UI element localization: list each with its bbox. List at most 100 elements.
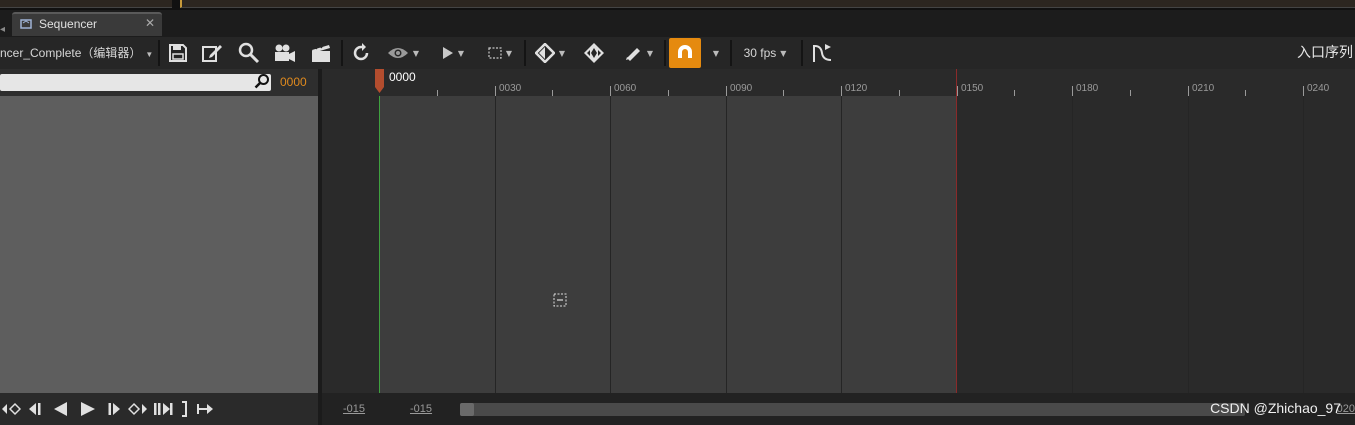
snap-options-dropdown[interactable]: ▼ xyxy=(705,37,727,69)
major-tick xyxy=(957,86,958,96)
chevron-down-icon: ▼ xyxy=(505,48,513,58)
grid-line xyxy=(495,96,496,393)
chevron-down-icon: ▼ xyxy=(412,48,420,58)
playback-mode-button[interactable] xyxy=(194,393,216,425)
arrow-right-icon xyxy=(196,403,214,415)
play-button[interactable] xyxy=(76,393,100,425)
fps-label: 30 fps xyxy=(743,46,777,60)
edit-document-icon xyxy=(201,43,223,63)
restore-state-button[interactable] xyxy=(348,37,374,69)
grid-line xyxy=(1188,96,1189,393)
toolbar-divider xyxy=(801,40,803,66)
major-tick xyxy=(1188,86,1189,96)
timeline-scrollbar[interactable] xyxy=(460,403,1245,416)
create-camera-button[interactable] xyxy=(271,37,299,69)
tick-label: 0030 xyxy=(499,83,522,94)
major-tick xyxy=(841,86,842,96)
track-area[interactable] xyxy=(322,96,1355,393)
working-range-start[interactable]: -015 xyxy=(410,403,432,415)
pencil-icon xyxy=(625,45,643,61)
playback-options-button[interactable]: ▼ xyxy=(436,37,470,69)
selection-box-icon xyxy=(488,47,502,59)
jump-to-end-button[interactable] xyxy=(151,393,175,425)
transport-controls xyxy=(0,393,318,425)
playback-end-marker[interactable] xyxy=(956,96,957,393)
tick-label: 0120 xyxy=(845,83,868,94)
previous-key-button[interactable] xyxy=(0,393,22,425)
grid-line xyxy=(1072,96,1073,393)
magnet-icon xyxy=(675,43,695,63)
watermark: CSDN @Zhichao_97 xyxy=(1210,400,1341,416)
eye-icon xyxy=(387,45,409,61)
save-button[interactable] xyxy=(165,37,191,69)
view-options-button[interactable]: ▼ xyxy=(384,37,422,69)
playback-end-marker[interactable] xyxy=(956,69,957,96)
selection-options-button[interactable]: ▼ xyxy=(482,37,518,69)
sequence-selector[interactable]: ncer_Complete（编辑器） ▼ xyxy=(0,37,153,69)
major-tick xyxy=(1303,86,1304,96)
loop-icon xyxy=(181,401,189,417)
search-icon[interactable] xyxy=(254,73,270,89)
step-back-button[interactable] xyxy=(24,393,44,425)
framerate-selector[interactable]: 30 fps ▼ xyxy=(737,37,793,69)
scrollbar-thumb[interactable] xyxy=(460,403,474,416)
step-forward-icon xyxy=(107,402,123,416)
curve-editor-icon xyxy=(811,42,833,64)
sequencer-toolbar: ncer_Complete（编辑器） ▼ ▼ ▼ ▼ ▼ ▼ ▼ 30 fps … xyxy=(0,37,1355,69)
major-tick xyxy=(1072,86,1073,96)
curve-editor-button[interactable] xyxy=(808,37,836,69)
thumbnail xyxy=(0,0,172,8)
play-reverse-button[interactable] xyxy=(48,393,72,425)
time-ruler[interactable]: 0030 0060 0090 0120 0150 0180 0210 0240 xyxy=(322,69,1355,96)
tick-label: 0090 xyxy=(730,83,753,94)
jump-to-end-icon xyxy=(153,402,173,416)
save-icon xyxy=(168,43,188,63)
tab-sequencer[interactable]: Sequencer ✕ xyxy=(12,12,162,36)
tab-bar: ◂ Sequencer ✕ xyxy=(0,10,1355,38)
refresh-icon xyxy=(351,43,371,63)
tick-label: 0210 xyxy=(1192,83,1215,94)
search-row: 0000 xyxy=(0,69,318,96)
toolbar-divider xyxy=(341,40,343,66)
grid-line xyxy=(1303,96,1304,393)
view-range-start[interactable]: -015 xyxy=(343,403,365,415)
chevron-down-icon: ▼ xyxy=(646,48,654,58)
playback-start-marker[interactable] xyxy=(379,96,380,393)
search-icon xyxy=(238,42,260,64)
tab-label: Sequencer xyxy=(39,17,98,31)
grid-line xyxy=(610,96,611,393)
next-key-button[interactable] xyxy=(127,393,149,425)
close-icon[interactable]: ✕ xyxy=(145,16,155,30)
chevron-down-icon: ▼ xyxy=(780,48,787,58)
chevron-down-icon: ▼ xyxy=(712,48,720,58)
entry-sequence-label[interactable]: 入口序列 xyxy=(1297,37,1353,69)
save-as-button[interactable] xyxy=(199,37,225,69)
major-tick xyxy=(726,86,727,96)
auto-key-button[interactable] xyxy=(580,37,608,69)
play-icon xyxy=(442,46,454,60)
edit-options-button[interactable]: ▼ xyxy=(619,37,659,69)
sequence-name: ncer_Complete（编辑器） xyxy=(0,46,142,60)
loop-button[interactable] xyxy=(178,393,192,425)
render-movie-button[interactable] xyxy=(307,37,335,69)
tick-label: 0150 xyxy=(961,83,984,94)
tick-label: 0240 xyxy=(1307,83,1330,94)
toolbar-divider xyxy=(158,40,160,66)
thumbnail-active xyxy=(180,0,1355,8)
grid-line xyxy=(841,96,842,393)
current-frame-field[interactable]: 0000 xyxy=(280,75,307,89)
clapperboard-icon xyxy=(310,42,332,64)
major-tick xyxy=(610,86,611,96)
playhead[interactable] xyxy=(374,69,385,93)
key-options-button[interactable]: ▼ xyxy=(531,37,569,69)
step-forward-button[interactable] xyxy=(104,393,126,425)
find-in-browser-button[interactable] xyxy=(236,37,262,69)
major-tick xyxy=(495,86,496,96)
search-input[interactable] xyxy=(0,74,271,91)
chevron-left-icon[interactable]: ◂ xyxy=(0,24,5,35)
next-key-icon xyxy=(128,402,148,416)
playback-range xyxy=(380,96,956,393)
snap-toggle-button[interactable] xyxy=(669,38,701,68)
viewport-thumbnail-strip xyxy=(0,0,1355,10)
toolbar-divider xyxy=(664,40,666,66)
